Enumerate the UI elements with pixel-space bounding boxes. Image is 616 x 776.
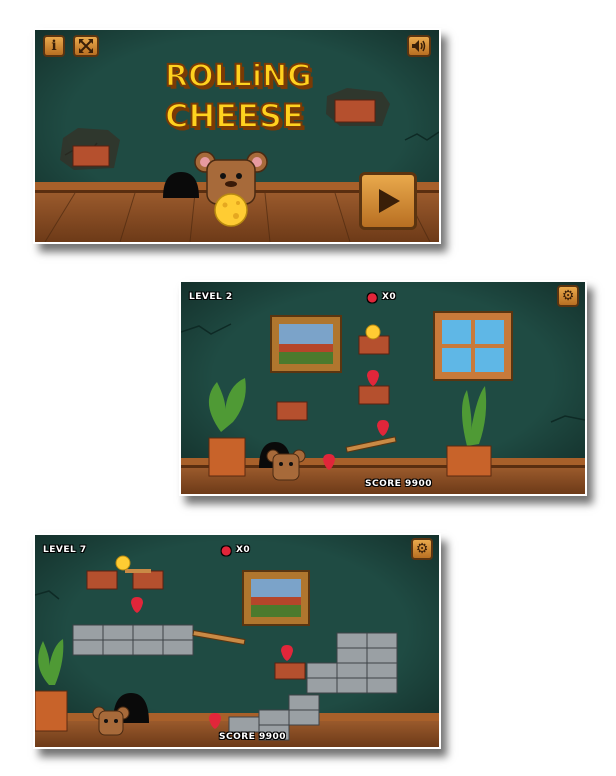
strawberry-icon: ● xyxy=(221,543,232,557)
strawberry-icon: ● xyxy=(367,290,378,304)
level-label: LEVEL 7 xyxy=(43,545,87,555)
gear-icon: ⚙ xyxy=(415,541,429,557)
sound-button[interactable] xyxy=(407,35,431,57)
cheese-ball xyxy=(214,193,248,227)
wooden-plank xyxy=(125,569,151,573)
wall-brick xyxy=(86,570,118,590)
strawberry-counter: ● X0 xyxy=(221,543,250,557)
strawberry-count: X0 xyxy=(235,545,251,555)
wall-brick xyxy=(274,662,306,680)
level-7-background xyxy=(35,535,439,747)
fullscreen-button[interactable] xyxy=(73,35,99,57)
painting-frame xyxy=(270,315,342,373)
painting-frame xyxy=(242,570,310,626)
settings-button[interactable]: ⚙ xyxy=(411,538,433,560)
wall-brick xyxy=(326,88,390,126)
gear-icon: ⚙ xyxy=(561,288,575,304)
level-2-screen: LEVEL 2 ● X0 ⚙ SCORE 9900 xyxy=(179,280,587,496)
settings-button[interactable]: ⚙ xyxy=(557,285,579,307)
main-menu-screen: i ROLLiNG CHEESE xyxy=(33,28,441,244)
wall-brick xyxy=(276,401,308,421)
game-title-line2: CHEESE xyxy=(164,97,305,135)
mouse-character xyxy=(266,449,306,481)
info-icon: i xyxy=(51,38,57,54)
speaker-icon xyxy=(412,40,426,52)
strawberry-count: X0 xyxy=(381,292,397,302)
fullscreen-icon xyxy=(79,39,93,53)
level-7-screen: LEVEL 7 ● X0 ⚙ SCORE 9900 xyxy=(33,533,441,749)
window xyxy=(433,311,513,381)
wall-brick xyxy=(132,570,164,590)
score-label: SCORE 9900 xyxy=(219,732,286,742)
level-2-background xyxy=(181,282,585,494)
play-icon xyxy=(379,189,400,213)
score-label: SCORE 9900 xyxy=(365,479,432,489)
info-button[interactable]: i xyxy=(43,35,65,57)
wall-brick xyxy=(358,385,390,405)
strawberry-counter: ● X0 xyxy=(367,290,396,304)
cheese-ball xyxy=(115,555,131,571)
wall-brick xyxy=(60,128,120,170)
cheese-ball xyxy=(365,324,381,340)
play-button[interactable] xyxy=(359,172,417,230)
level-label: LEVEL 2 xyxy=(189,292,233,302)
game-title-line1: ROLLiNG xyxy=(164,59,313,94)
stone-block-row xyxy=(72,624,194,656)
